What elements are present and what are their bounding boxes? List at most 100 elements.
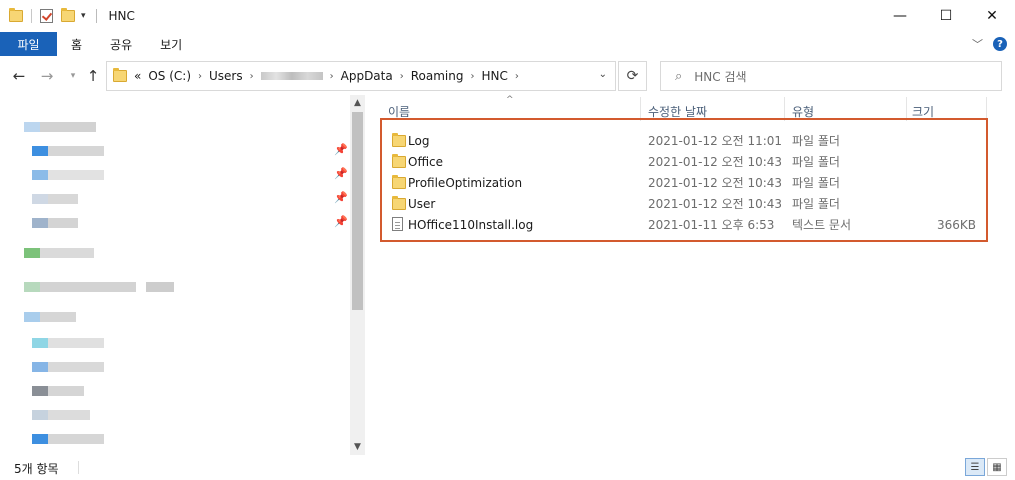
list-item[interactable]: User 2021-01-12 오전 10:43 파일 폴더 — [388, 193, 980, 214]
folder-icon — [392, 133, 406, 150]
redacted-username[interactable] — [260, 72, 323, 80]
nav-tree-item[interactable] — [32, 335, 104, 349]
file-date: 2021-01-12 오전 10:43 — [648, 176, 783, 190]
status-item-count: 5개 항목 — [14, 462, 59, 476]
tab-view[interactable]: 보기 — [146, 32, 196, 56]
nav-tree-item[interactable] — [32, 407, 90, 421]
file-name: ProfileOptimization — [408, 175, 523, 190]
pin-icon: 📌 — [334, 143, 348, 156]
list-item[interactable]: HOffice110Install.log 2021-01-11 오후 6:53… — [388, 214, 980, 235]
folder-icon — [392, 175, 406, 192]
file-size: 366KB — [936, 217, 976, 232]
nav-tree-item[interactable] — [24, 309, 76, 323]
recent-locations-dropdown[interactable]: ▾ — [64, 66, 82, 86]
list-item[interactable]: ProfileOptimization 2021-01-12 오전 10:43 … — [388, 172, 980, 193]
large-icons-view-icon[interactable]: ▦ — [987, 458, 1007, 476]
file-type: 파일 폴더 — [792, 155, 840, 169]
chevron-right-icon[interactable]: › — [400, 71, 404, 82]
window-controls: — ☐ ✕ — [877, 0, 1015, 32]
file-name: Log — [408, 133, 430, 148]
forward-arrow-icon[interactable]: → — [38, 66, 56, 86]
nav-tree-item[interactable] — [32, 359, 104, 373]
toolbar-divider — [31, 9, 32, 23]
nav-scrollbar[interactable]: ▲ ▼ — [350, 95, 365, 455]
file-name: User — [408, 196, 436, 211]
pin-icon: 📌 — [334, 215, 348, 228]
maximize-button[interactable]: ☐ — [923, 0, 969, 32]
navigation-bar: ← → ▾ ↑ « OS (C:) › Users › › AppData › … — [0, 60, 1015, 92]
nav-tree-item[interactable] — [32, 167, 104, 181]
details-view-icon[interactable]: ☰ — [965, 458, 985, 476]
search-placeholder: HNC 검색 — [694, 69, 747, 84]
back-arrow-icon[interactable]: ← — [10, 66, 28, 86]
tab-home[interactable]: 홈 — [57, 32, 96, 56]
file-date: 2021-01-12 오전 10:43 — [648, 197, 783, 211]
address-bar[interactable]: « OS (C:) › Users › › AppData › Roaming … — [106, 61, 616, 91]
navigation-pane: 📌 📌 📌 📌 ▲ ▼ — [0, 95, 365, 455]
list-item[interactable]: Log 2021-01-12 오전 11:01 파일 폴더 — [388, 130, 980, 151]
sort-ascending-icon: ^ — [506, 95, 514, 105]
close-button[interactable]: ✕ — [969, 0, 1015, 32]
help-icon[interactable]: ? — [993, 37, 1007, 51]
properties-icon[interactable] — [40, 9, 53, 23]
scroll-down-icon[interactable]: ▼ — [350, 439, 365, 455]
file-type: 파일 폴더 — [792, 176, 840, 190]
search-icon: ⌕ — [675, 68, 683, 84]
expand-ribbon-icon[interactable]: ﹀ — [972, 36, 983, 52]
pin-icon: 📌 — [334, 167, 348, 180]
quick-access-toolbar: ▾ — [9, 0, 97, 32]
file-type: 텍스트 문서 — [792, 218, 852, 232]
chevron-right-icon[interactable]: › — [470, 71, 474, 82]
up-arrow-icon[interactable]: ↑ — [84, 66, 102, 86]
chevron-right-icon[interactable]: › — [330, 71, 334, 82]
nav-tree-item[interactable] — [32, 215, 78, 229]
nav-tree-item[interactable] — [32, 383, 84, 397]
file-date: 2021-01-12 오전 11:01 — [648, 134, 783, 148]
text-file-icon — [392, 217, 403, 231]
title-divider — [95, 9, 97, 23]
file-name: HOffice110Install.log — [408, 217, 534, 232]
breadcrumb-hnc[interactable]: HNC — [481, 69, 507, 83]
address-history-dropdown[interactable]: ⌄ — [599, 69, 607, 80]
pin-icon: 📌 — [334, 191, 348, 204]
customize-toolbar-dropdown[interactable]: ▾ — [81, 11, 86, 21]
refresh-button[interactable]: ⟳ — [618, 61, 647, 91]
file-name: Office — [408, 154, 444, 169]
ribbon-tabs: 파일 홈 공유 보기 ﹀ ? — [0, 32, 1015, 56]
new-folder-icon[interactable] — [61, 8, 75, 22]
folder-icon — [392, 196, 406, 213]
ribbon-actions: ﹀ ? — [972, 32, 1007, 56]
search-box[interactable]: ⌕ HNC 검색 — [660, 61, 1002, 91]
folder-icon — [9, 8, 23, 22]
breadcrumb-roaming[interactable]: Roaming — [411, 69, 464, 83]
chevron-right-icon[interactable]: › — [515, 71, 519, 82]
chevron-right-icon[interactable]: › — [198, 71, 202, 82]
nav-tree-item[interactable] — [32, 191, 78, 205]
nav-tree-item[interactable] — [24, 245, 94, 259]
nav-tree-item[interactable] — [24, 279, 174, 293]
location-folder-icon — [113, 68, 127, 82]
chevron-right-icon[interactable]: › — [250, 71, 254, 82]
folder-icon — [392, 154, 406, 171]
tab-file[interactable]: 파일 — [0, 32, 57, 56]
list-item[interactable]: Office 2021-01-12 오전 10:43 파일 폴더 — [388, 151, 980, 172]
view-switcher: ☰ ▦ — [965, 458, 1007, 476]
breadcrumb-overflow[interactable]: « — [134, 69, 141, 83]
nav-tree-item[interactable] — [24, 119, 96, 133]
file-date: 2021-01-12 오전 10:43 — [648, 155, 783, 169]
title-bar: ▾ HNC — ☐ ✕ — [0, 0, 1015, 32]
window-title: HNC — [108, 9, 135, 23]
nav-tree-item[interactable] — [32, 143, 104, 157]
file-list: Log 2021-01-12 오전 11:01 파일 폴더 Office 202… — [380, 118, 988, 242]
tab-share[interactable]: 공유 — [96, 32, 146, 56]
breadcrumb-drive[interactable]: OS (C:) — [148, 69, 191, 83]
status-divider — [78, 461, 79, 474]
nav-tree-item[interactable] — [32, 431, 104, 445]
minimize-button[interactable]: — — [877, 0, 923, 32]
breadcrumb-users[interactable]: Users — [209, 69, 243, 83]
scroll-up-icon[interactable]: ▲ — [350, 95, 365, 111]
breadcrumb-appdata[interactable]: AppData — [341, 69, 393, 83]
file-type: 파일 폴더 — [792, 134, 840, 148]
scroll-thumb[interactable] — [352, 112, 363, 310]
file-date: 2021-01-11 오후 6:53 — [648, 218, 775, 232]
